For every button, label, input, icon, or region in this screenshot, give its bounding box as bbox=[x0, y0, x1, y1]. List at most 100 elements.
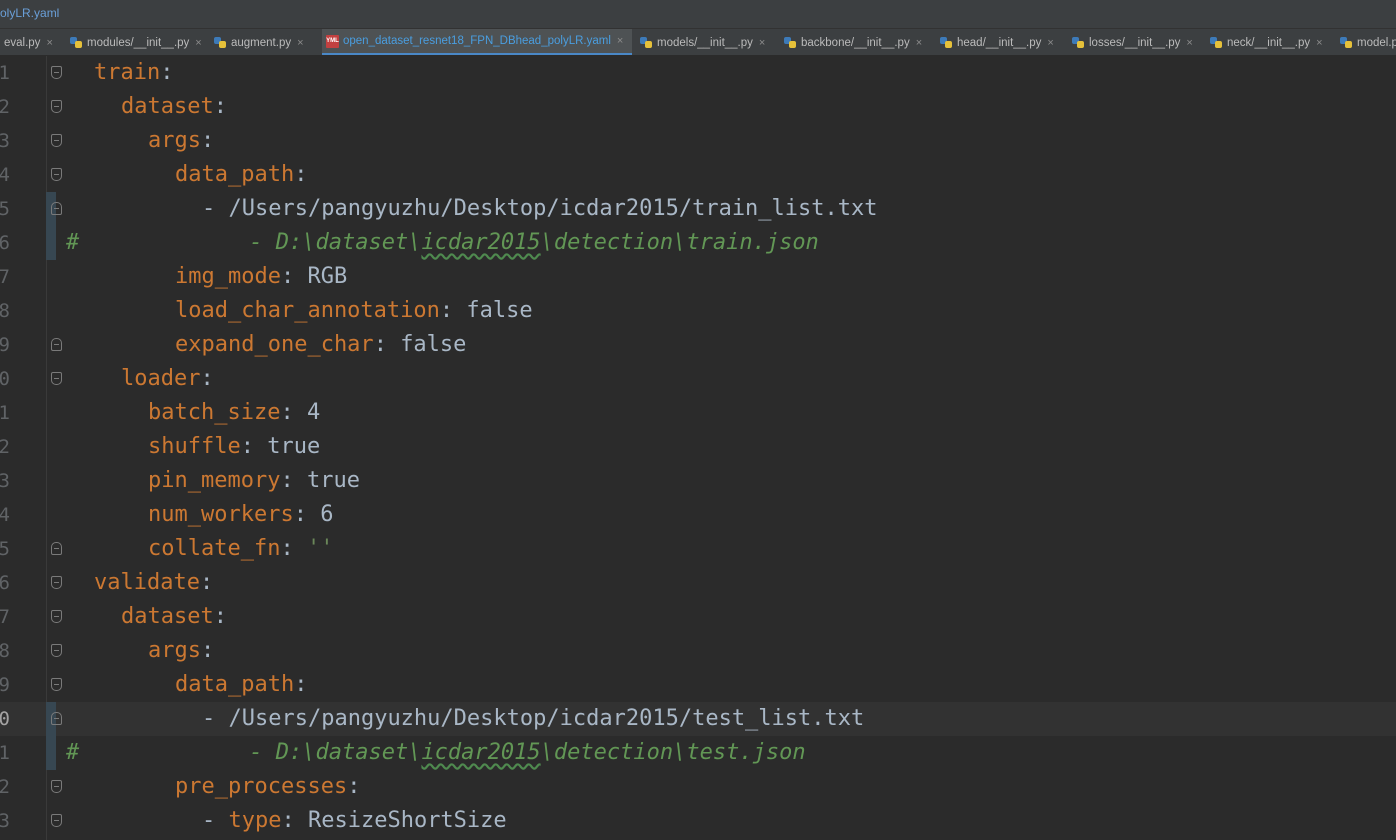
code-line[interactable]: 7 dataset: bbox=[0, 600, 1396, 634]
fold-toggle-icon[interactable] bbox=[51, 780, 62, 793]
tab-head-init-py[interactable]: head/__init__.py × bbox=[936, 29, 1062, 55]
spellcheck-word: icdar2015 bbox=[421, 740, 541, 765]
close-tab-icon[interactable]: × bbox=[617, 35, 623, 47]
tab-eval-py[interactable]: eval.py × bbox=[0, 29, 62, 55]
code-text: dataset: bbox=[121, 90, 227, 124]
code-line[interactable]: 3 args: bbox=[0, 124, 1396, 158]
tab-label: backbone/__init__.py bbox=[801, 36, 910, 49]
yaml-value: false bbox=[466, 298, 533, 323]
close-tab-icon[interactable]: × bbox=[195, 37, 201, 49]
yaml-colon: : bbox=[213, 604, 227, 629]
fold-toggle-icon[interactable] bbox=[51, 372, 62, 385]
fold-toggle-icon[interactable] bbox=[51, 576, 62, 589]
yaml-key: num_workers bbox=[148, 502, 294, 527]
fold-toggle-icon[interactable] bbox=[51, 678, 62, 691]
close-tab-icon[interactable]: × bbox=[46, 37, 52, 49]
tab-label: modules/__init__.py bbox=[87, 36, 190, 49]
fold-toggle-icon[interactable] bbox=[51, 100, 62, 113]
code-line[interactable]: 0 loader: bbox=[0, 362, 1396, 396]
code-line[interactable]: 5 collate_fn: '' bbox=[0, 532, 1396, 566]
comment-text: - D:\dataset\icdar2015\detection\train.j… bbox=[249, 226, 819, 260]
vcs-change-marker[interactable] bbox=[46, 736, 56, 770]
fold-toggle-icon[interactable] bbox=[51, 644, 62, 657]
code-line[interactable]: 1 batch_size: 4 bbox=[0, 396, 1396, 430]
line-number: 2 bbox=[0, 96, 10, 118]
code-text: load_char_annotation: false bbox=[175, 294, 533, 328]
line-number: 0 bbox=[0, 368, 10, 390]
code-line[interactable]: 1 # - D:\dataset\icdar2015\detection\test.… bbox=[0, 736, 1396, 770]
code-line[interactable]: 2 pre_processes: bbox=[0, 770, 1396, 804]
code-editor[interactable]: 1 train: 2 dataset: 3 args: 4 data_path: 5- /Use… bbox=[0, 56, 1396, 840]
tab-label: neck/__init__.py bbox=[1227, 36, 1311, 49]
python-file-icon bbox=[70, 36, 83, 49]
fold-toggle-icon[interactable] bbox=[51, 66, 62, 79]
code-line[interactable]: 8 args: bbox=[0, 634, 1396, 668]
code-line[interactable]: 3 pin_memory: true bbox=[0, 464, 1396, 498]
code-line[interactable]: 8 load_char_annotation: false bbox=[0, 294, 1396, 328]
code-line[interactable]: 1 train: bbox=[0, 56, 1396, 90]
tab-modules-init-py[interactable]: modules/__init__.py × bbox=[66, 29, 206, 55]
code-line[interactable]: 4 num_workers: 6 bbox=[0, 498, 1396, 532]
code-line[interactable]: 7 img_mode: RGB bbox=[0, 260, 1396, 294]
code-line[interactable]: 2 dataset: bbox=[0, 90, 1396, 124]
python-file-icon bbox=[640, 36, 653, 49]
code-text: - /Users/pangyuzhu/Desktop/icdar2015/tes… bbox=[202, 702, 864, 736]
code-line[interactable]: 9 expand_one_char: false bbox=[0, 328, 1396, 362]
tab-open-dataset-resnet18-fpn-dbhead-polylr-yaml[interactable]: YML open_dataset_resnet18_FPN_DBhead_poly… bbox=[322, 29, 632, 55]
vcs-change-marker[interactable] bbox=[46, 226, 56, 260]
code-line[interactable]: 2 shuffle: true bbox=[0, 430, 1396, 464]
fold-toggle-icon[interactable] bbox=[51, 712, 62, 725]
yaml-colon: : bbox=[200, 366, 214, 391]
yaml-key: dataset bbox=[121, 94, 214, 119]
tab-augment-py[interactable]: augment.py × bbox=[210, 29, 320, 55]
yaml-key: pin_memory bbox=[148, 468, 281, 493]
yaml-key: shuffle bbox=[148, 434, 241, 459]
yaml-colon: : bbox=[240, 434, 268, 459]
code-text: validate: bbox=[94, 566, 213, 600]
tab-backbone-init-py[interactable]: backbone/__init__.py × bbox=[780, 29, 930, 55]
comment-segment: \detection\test.json bbox=[540, 740, 806, 765]
tab-neck-init-py[interactable]: neck/__init__.py × bbox=[1206, 29, 1332, 55]
yaml-key: args bbox=[148, 638, 201, 663]
yaml-colon: : bbox=[200, 638, 215, 663]
yaml-key: args bbox=[148, 128, 201, 153]
close-tab-icon[interactable]: × bbox=[1047, 37, 1053, 49]
python-file-icon bbox=[784, 36, 797, 49]
line-number: 6 bbox=[0, 232, 10, 254]
comment-segment: - D:\dataset\ bbox=[249, 230, 422, 255]
fold-toggle-icon[interactable] bbox=[51, 338, 62, 351]
yaml-colon: : bbox=[280, 264, 308, 289]
yaml-value: ResizeShortSize bbox=[307, 808, 507, 833]
code-line[interactable]: 6 validate: bbox=[0, 566, 1396, 600]
close-tab-icon[interactable]: × bbox=[759, 37, 765, 49]
yaml-colon: : bbox=[280, 400, 307, 425]
tab-model-p[interactable]: model.p bbox=[1336, 29, 1396, 55]
line-number: 5 bbox=[0, 198, 10, 220]
fold-toggle-icon[interactable] bbox=[51, 814, 62, 827]
python-file-icon bbox=[1210, 36, 1223, 49]
code-line[interactable]: 4 data_path: bbox=[0, 158, 1396, 192]
code-line[interactable]: 3 - type: ResizeShortSize bbox=[0, 804, 1396, 838]
code-text: collate_fn: '' bbox=[148, 532, 333, 566]
close-tab-icon[interactable]: × bbox=[916, 37, 922, 49]
code-line[interactable]: 6 # - D:\dataset\icdar2015\detection\train… bbox=[0, 226, 1396, 260]
close-tab-icon[interactable]: × bbox=[297, 37, 303, 49]
fold-toggle-icon[interactable] bbox=[51, 168, 62, 181]
fold-toggle-icon[interactable] bbox=[51, 134, 62, 147]
yaml-colon: : bbox=[280, 536, 307, 561]
code-line[interactable]: 0 - /Users/pangyuzhu/Desktop/icdar2015/te… bbox=[0, 702, 1396, 736]
tab-label: open_dataset_resnet18_FPN_DBhead_polyLR.… bbox=[343, 35, 611, 47]
fold-toggle-icon[interactable] bbox=[51, 542, 62, 555]
yaml-colon: : bbox=[294, 162, 308, 187]
fold-toggle-icon[interactable] bbox=[51, 610, 62, 623]
close-tab-icon[interactable]: × bbox=[1186, 37, 1192, 49]
fold-toggle-icon[interactable] bbox=[51, 202, 62, 215]
code-line[interactable]: 5 - /Users/pangyuzhu/Desktop/icdar2015/tr… bbox=[0, 192, 1396, 226]
tab-losses-init-py[interactable]: losses/__init__.py × bbox=[1068, 29, 1200, 55]
tab-models-init-py[interactable]: models/__init__.py × bbox=[636, 29, 772, 55]
code-line[interactable]: 9 data_path: bbox=[0, 668, 1396, 702]
tab-label: model.p bbox=[1357, 36, 1396, 49]
yaml-key: batch_size bbox=[148, 400, 281, 425]
python-file-icon bbox=[1340, 36, 1353, 49]
close-tab-icon[interactable]: × bbox=[1316, 37, 1322, 49]
